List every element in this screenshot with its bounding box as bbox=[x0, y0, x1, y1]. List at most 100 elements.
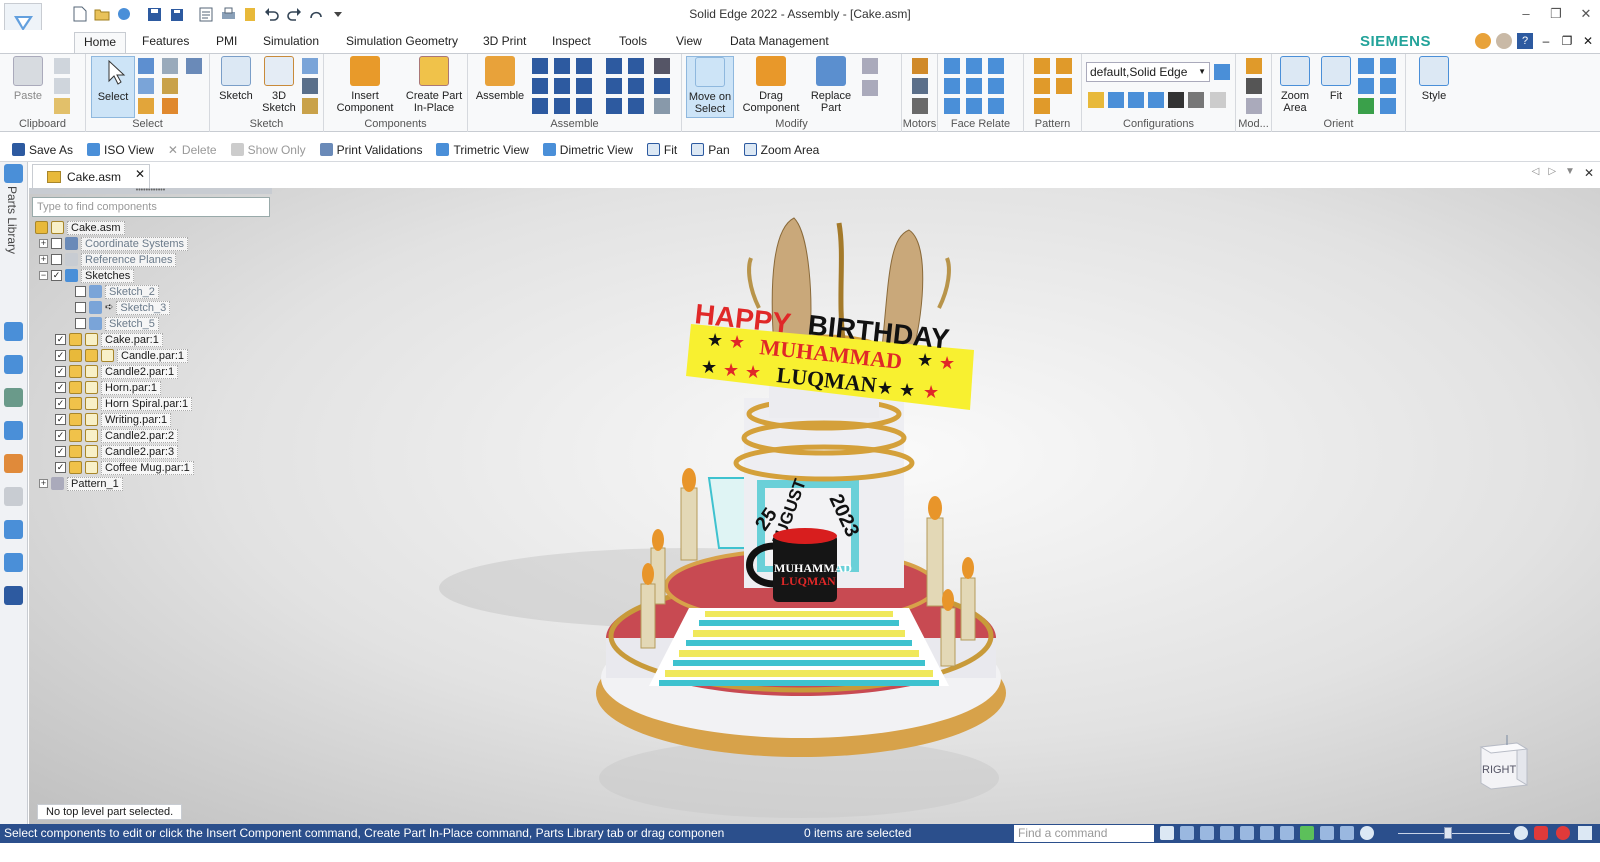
tab-view[interactable]: View bbox=[667, 32, 711, 53]
visibility-checkbox[interactable]: ✓ bbox=[55, 334, 66, 345]
print-icon[interactable] bbox=[218, 4, 238, 24]
save-icon[interactable] bbox=[144, 4, 164, 24]
motor-icon-1[interactable] bbox=[912, 58, 928, 74]
tree-part[interactable]: ✓ Cake.par:1 bbox=[55, 332, 163, 347]
zoom-slider-thumb[interactable] bbox=[1444, 827, 1452, 839]
tree-sketch-5[interactable]: Sketch_5 bbox=[75, 316, 159, 331]
tree-part[interactable]: ✓ Horn.par:1 bbox=[55, 380, 161, 395]
relationship-icon-11[interactable] bbox=[606, 78, 622, 94]
insert-component-button[interactable]: Insert Component bbox=[330, 56, 400, 114]
tab-3d-print[interactable]: 3D Print bbox=[474, 32, 535, 53]
tree-sketch-2[interactable]: Sketch_2 bbox=[75, 284, 159, 299]
next-doc-icon[interactable]: ▷ bbox=[1548, 166, 1556, 180]
graphics-viewport[interactable]: HAPPY BIRTHDAY MUHAMMAD LUQMAN ★ ★ ★ ★ ★ ★ ★… bbox=[29, 188, 1600, 824]
config-icon-4[interactable] bbox=[1148, 92, 1164, 108]
tab-simulation[interactable]: Simulation bbox=[254, 32, 328, 53]
pattern-icon-3[interactable] bbox=[1034, 78, 1050, 94]
pattern-icon-2[interactable] bbox=[1056, 58, 1072, 74]
relationship-icon-17[interactable] bbox=[654, 78, 670, 94]
fit-status-icon[interactable] bbox=[1220, 826, 1234, 840]
expand-icon[interactable]: + bbox=[39, 255, 48, 264]
close-button[interactable]: ✕ bbox=[1576, 4, 1596, 24]
help-icon[interactable]: ? bbox=[1517, 33, 1533, 49]
tree-part[interactable]: ✓ Writing.par:1 bbox=[55, 412, 172, 427]
tree-part[interactable]: ✓ Coffee Mug.par:1 bbox=[55, 460, 194, 475]
document-tab-cake[interactable]: Cake.asm ✕ bbox=[32, 164, 150, 188]
command-finder-arrow-icon[interactable] bbox=[1160, 826, 1174, 840]
sidebar-tool-icon-7[interactable] bbox=[4, 520, 23, 539]
sidebar-tool-icon-3[interactable] bbox=[4, 388, 23, 407]
face-relate-icon-5[interactable] bbox=[966, 78, 982, 94]
tree-part[interactable]: ✓ Candle2.par:2 bbox=[55, 428, 179, 443]
close-doc-icon[interactable]: ✕ bbox=[1584, 166, 1594, 180]
face-relate-icon-3[interactable] bbox=[988, 58, 1004, 74]
view-icon-3[interactable] bbox=[1380, 78, 1396, 94]
assemble-button[interactable]: Assemble bbox=[474, 56, 526, 102]
replace-part-button[interactable]: Replace Part bbox=[806, 56, 856, 114]
select-tool-icon-3[interactable] bbox=[138, 98, 154, 114]
configuration-manage-icon[interactable] bbox=[1214, 64, 1230, 80]
visibility-checkbox[interactable] bbox=[51, 254, 62, 265]
expand-icon[interactable]: + bbox=[39, 239, 48, 248]
zoom-area-status-icon[interactable] bbox=[1180, 826, 1194, 840]
shading-status-icon[interactable] bbox=[1320, 826, 1334, 840]
sidebar-tool-icon-4[interactable] bbox=[4, 421, 23, 440]
redo-icon[interactable] bbox=[284, 4, 304, 24]
manage-icon[interactable] bbox=[240, 4, 260, 24]
sidebar-tool-icon-8[interactable] bbox=[4, 553, 23, 572]
delete-command[interactable]: ✕ Delete bbox=[168, 143, 217, 157]
relationship-icon-1[interactable] bbox=[532, 58, 548, 74]
sketch-tool-icon-3[interactable] bbox=[302, 98, 318, 114]
frown-feedback-icon[interactable] bbox=[1496, 33, 1512, 49]
relationship-icon-7[interactable] bbox=[576, 58, 592, 74]
show-only-command[interactable]: Show Only bbox=[230, 143, 306, 157]
relationship-icon-8[interactable] bbox=[576, 78, 592, 94]
doc-close-icon[interactable]: ✕ bbox=[1580, 33, 1596, 49]
config-icon-2[interactable] bbox=[1108, 92, 1124, 108]
camera-icon[interactable] bbox=[1168, 92, 1184, 108]
tab-features[interactable]: Features bbox=[133, 32, 198, 53]
relationship-icon-13[interactable] bbox=[628, 58, 644, 74]
save-all-icon[interactable] bbox=[166, 4, 186, 24]
tree-resize-grip[interactable]: •••••••••••• bbox=[29, 188, 272, 194]
relationship-icon-10[interactable] bbox=[606, 58, 622, 74]
customize-qat-icon[interactable] bbox=[328, 4, 348, 24]
collapse-icon[interactable]: − bbox=[39, 271, 48, 280]
tab-simulation-geometry[interactable]: Simulation Geometry bbox=[337, 32, 467, 53]
relationship-icon-3[interactable] bbox=[532, 98, 548, 114]
close-tab-icon[interactable]: ✕ bbox=[135, 167, 145, 181]
record-video-icon[interactable] bbox=[1534, 826, 1548, 840]
motor-icon-3[interactable] bbox=[912, 98, 928, 114]
relationship-icon-12[interactable] bbox=[606, 98, 622, 114]
mod-icon-3[interactable] bbox=[1246, 98, 1262, 114]
minimize-button[interactable]: – bbox=[1516, 4, 1536, 24]
visibility-checkbox[interactable] bbox=[51, 238, 62, 249]
paste-button[interactable]: Paste bbox=[8, 56, 48, 102]
save-as-command[interactable]: Save As bbox=[12, 143, 73, 157]
relationship-icon-2[interactable] bbox=[532, 78, 548, 94]
print-validations-command[interactable]: Print Validations bbox=[319, 143, 422, 157]
motor-icon-2[interactable] bbox=[912, 78, 928, 94]
expand-icon[interactable]: + bbox=[39, 479, 48, 488]
modify-tool-icon-2[interactable] bbox=[862, 80, 878, 96]
parts-library-tab[interactable]: Parts Library bbox=[5, 186, 19, 254]
visibility-checkbox[interactable]: ✓ bbox=[55, 366, 66, 377]
tree-part[interactable]: ✓ Candle.par:1 bbox=[55, 348, 188, 363]
trimetric-view-command[interactable]: Trimetric View bbox=[436, 143, 529, 157]
select-tool-icon-4[interactable] bbox=[162, 58, 178, 74]
config-icon-3[interactable] bbox=[1128, 92, 1144, 108]
view-cube[interactable]: RIGHT bbox=[1477, 733, 1531, 791]
open-web-icon[interactable] bbox=[114, 4, 134, 24]
relationship-icon-16[interactable] bbox=[654, 58, 670, 74]
prev-doc-icon[interactable]: ◁ bbox=[1532, 166, 1540, 180]
visibility-checkbox[interactable] bbox=[75, 286, 86, 297]
sketch-tool-icon-2[interactable] bbox=[302, 78, 318, 94]
relationship-icon-15[interactable] bbox=[628, 98, 644, 114]
rotate-status-icon[interactable] bbox=[1260, 826, 1274, 840]
face-relate-icon-7[interactable] bbox=[944, 98, 960, 114]
undo-icon[interactable] bbox=[262, 4, 282, 24]
relationship-icon-6[interactable] bbox=[554, 98, 570, 114]
visibility-checkbox[interactable]: ✓ bbox=[55, 446, 66, 457]
zoom-area-command[interactable]: Zoom Area bbox=[743, 143, 819, 157]
zoom-area-button[interactable]: Zoom Area bbox=[1274, 56, 1316, 114]
